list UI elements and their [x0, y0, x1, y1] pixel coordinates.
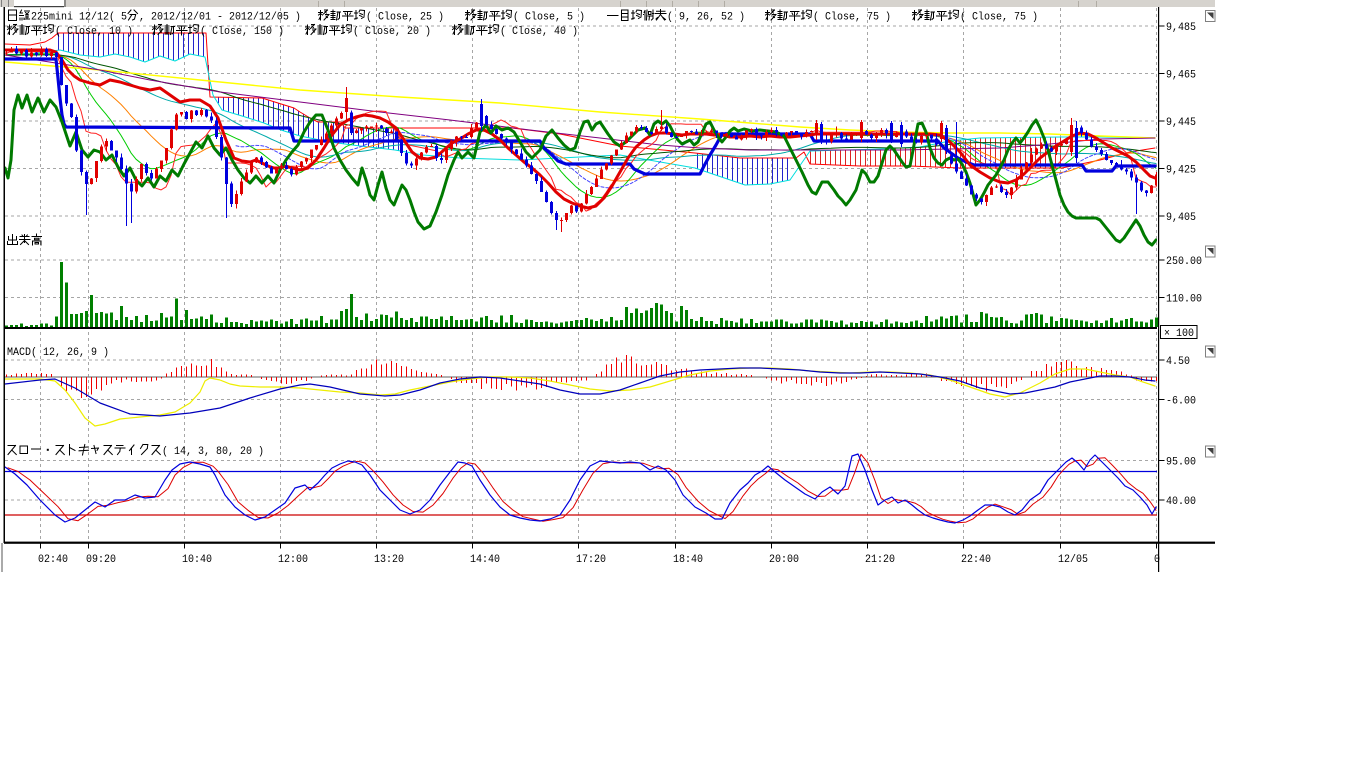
svg-text:10:40: 10:40 [182, 554, 212, 566]
svg-text:0: 0 [1154, 554, 1160, 566]
svg-text:( Close, 150 ): ( Close, 150 ) [200, 26, 284, 38]
svg-text:-6.00: -6.00 [1166, 396, 1196, 408]
svg-text:17:20: 17:20 [576, 554, 606, 566]
svg-text:9,405: 9,405 [1166, 212, 1196, 224]
svg-text:09:20: 09:20 [86, 554, 116, 566]
svg-text:95.00: 95.00 [1166, 457, 1196, 469]
svg-text:9,485: 9,485 [1166, 22, 1196, 34]
svg-text:110.00: 110.00 [1166, 294, 1202, 306]
svg-text:20:00: 20:00 [769, 554, 799, 566]
svg-text:12/05: 12/05 [1058, 554, 1088, 566]
svg-text:18:40: 18:40 [673, 554, 703, 566]
svg-text:( Close, 20 ): ( Close, 20 ) [353, 26, 431, 38]
svg-text:13:20: 13:20 [374, 554, 404, 566]
svg-text:9,445: 9,445 [1166, 117, 1196, 129]
svg-text:( Close, 5 ): ( Close, 5 ) [513, 12, 585, 24]
svg-text:225mini 12/12( 5: 225mini 12/12( 5 [31, 12, 127, 24]
svg-text:( Close, 75 ): ( Close, 75 ) [813, 12, 891, 24]
svg-text:02:40: 02:40 [38, 554, 68, 566]
svg-text:( Close, 75 ): ( Close, 75 ) [960, 12, 1038, 24]
svg-text:9,465: 9,465 [1166, 70, 1196, 82]
svg-text:MACD( 12, 26, 9 ): MACD( 12, 26, 9 ) [7, 347, 109, 359]
svg-text:( Close, 40 ): ( Close, 40 ) [500, 26, 578, 38]
svg-text:22:40: 22:40 [961, 554, 991, 566]
svg-text:40.00: 40.00 [1166, 496, 1196, 508]
svg-text:( Close, 25 ): ( Close, 25 ) [366, 12, 444, 24]
svg-text:( 9, 26, 52 ): ( 9, 26, 52 ) [667, 12, 745, 24]
svg-text:14:40: 14:40 [470, 554, 500, 566]
svg-text:12:00: 12:00 [278, 554, 308, 566]
svg-text:9,425: 9,425 [1166, 165, 1196, 177]
svg-text:21:20: 21:20 [865, 554, 895, 566]
svg-text:250.00: 250.00 [1166, 256, 1202, 268]
svg-text:× 100: × 100 [1164, 328, 1194, 340]
svg-text:4.50: 4.50 [1166, 356, 1190, 368]
svg-text:, 2012/12/01 - 2012/12/05 ): , 2012/12/01 - 2012/12/05 ) [139, 12, 301, 24]
svg-text:( Close, 10 ): ( Close, 10 ) [55, 26, 133, 38]
svg-text:( 14, 3, 80, 20 ): ( 14, 3, 80, 20 ) [162, 446, 264, 458]
